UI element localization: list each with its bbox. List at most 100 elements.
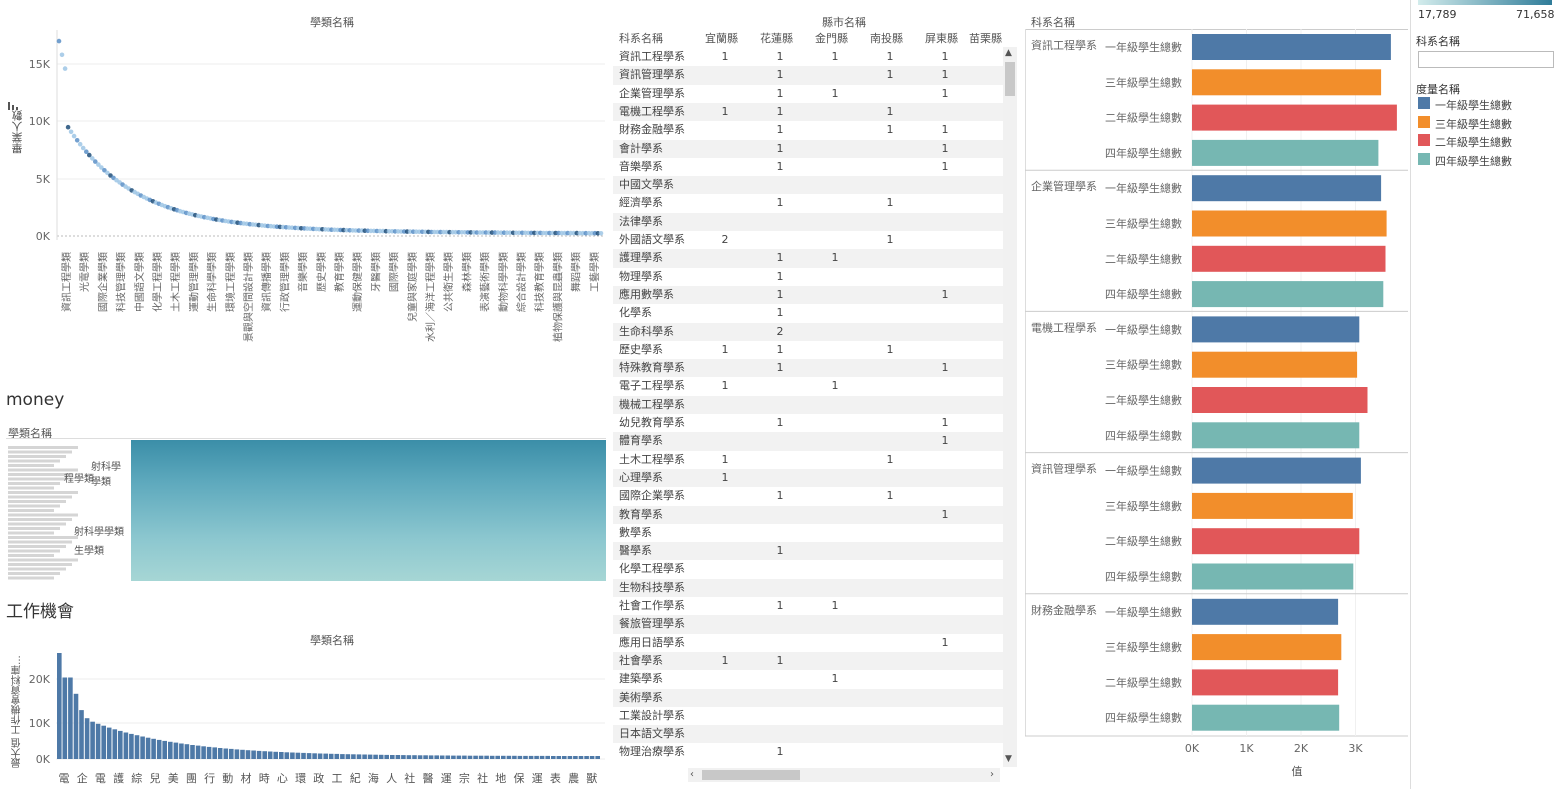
crosstab-hscroll-thumb[interactable]	[702, 770, 800, 780]
money-label-clutter	[8, 495, 72, 499]
legend-label[interactable]: 一年級學生總數	[1435, 97, 1512, 113]
col-miaoli[interactable]: 苗栗縣	[969, 30, 1002, 46]
jobs-bar	[256, 750, 262, 759]
bars-group-label: 電機工程學系	[1031, 320, 1097, 334]
crosstab-row-label: 日本語文學系	[619, 727, 685, 741]
scroll-up-icon[interactable]: ▲	[1005, 48, 1012, 58]
crosstab-cell: 1	[941, 141, 949, 155]
crosstab-row[interactable]: 資訊工程學系 1 1 1 1 1	[613, 48, 1003, 66]
jobs-bar	[73, 693, 79, 759]
crosstab-row[interactable]: 電子工程學系 1 1	[613, 377, 1003, 395]
col-yilan[interactable]: 宜蘭縣	[705, 30, 738, 46]
legend-label[interactable]: 三年級學生總數	[1435, 116, 1512, 132]
crosstab-row[interactable]: 社會學系 1 1	[613, 651, 1003, 671]
crosstab-row[interactable]: 法律學系	[613, 212, 1003, 231]
crosstab-vscroll[interactable]	[1003, 47, 1017, 767]
crosstab-row[interactable]: 生物科技學系	[613, 578, 1003, 597]
crosstab-cell: 1	[721, 653, 729, 667]
jobs-bar	[57, 653, 62, 759]
scatter-xtick: 國際學類	[388, 252, 401, 292]
filter-input[interactable]	[1418, 51, 1554, 68]
crosstab-row[interactable]: 音樂學系 1 1	[613, 158, 1003, 176]
crosstab-row[interactable]: 化學工程學系	[613, 560, 1003, 578]
scroll-right-icon[interactable]: ›	[990, 769, 994, 780]
crosstab-row[interactable]: 建築學系 1	[613, 670, 1003, 688]
legend-swatch[interactable]	[1418, 152, 1430, 165]
crosstab-row[interactable]: 數學系	[613, 524, 1003, 542]
crosstab-row[interactable]: 土木工程學系 1 1	[613, 451, 1003, 469]
legend-swatch[interactable]	[1418, 115, 1430, 128]
crosstab-row[interactable]: 國際企業學系 1 1	[613, 487, 1003, 505]
money-heat-band[interactable]	[131, 440, 606, 581]
money-label-clutter	[8, 504, 60, 508]
jobs-bar	[279, 752, 284, 759]
crosstab-row[interactable]: 工業設計學系	[613, 707, 1003, 725]
crosstab-row[interactable]: 護理學系 1 1	[613, 249, 1003, 268]
crosstab-row[interactable]: 教育學系 1	[613, 505, 1003, 524]
crosstab-cell: 1	[721, 50, 729, 63]
crosstab-row[interactable]: 電機工程學系 1 1 1	[613, 102, 1003, 122]
jobs-bar	[251, 750, 256, 759]
crosstab-row[interactable]: 醫學系 1	[613, 542, 1003, 561]
col-hualien[interactable]: 花蓮縣	[760, 30, 793, 46]
crosstab-cell: 1	[941, 361, 949, 375]
col-pingtung[interactable]: 屏東縣	[925, 30, 958, 46]
crosstab-cell: 1	[776, 50, 784, 63]
scatter-xtick: 音樂學類	[297, 252, 310, 292]
crosstab-row[interactable]: 應用數學系 1 1	[613, 285, 1003, 305]
crosstab-row[interactable]: 機械工程學系	[613, 395, 1003, 414]
crosstab-row[interactable]: 物理學系 1	[613, 268, 1003, 286]
crosstab-cell: 1	[941, 416, 949, 429]
scatter-xtick: 植物保護與昆蟲學類	[551, 252, 564, 342]
jobs-bar	[451, 755, 456, 759]
scroll-down-icon[interactable]: ▼	[1005, 754, 1012, 764]
crosstab-row[interactable]: 應用日語學系 1	[613, 634, 1003, 652]
legend-swatch[interactable]	[1418, 97, 1430, 109]
scatter-xtick: 牙醫學類	[369, 252, 382, 292]
crosstab-row[interactable]: 特殊教育學系 1 1	[613, 359, 1003, 378]
crosstab-row[interactable]: 心理學系 1	[613, 468, 1003, 488]
crosstab-row[interactable]: 物理治療學系 1	[613, 743, 1003, 761]
crosstab-row[interactable]: 資訊管理學系 1 1 1	[613, 66, 1003, 85]
crosstab-row[interactable]: 中國文學系	[613, 176, 1003, 195]
money-label-clutter	[8, 491, 78, 494]
jobs-bar	[328, 753, 334, 759]
crosstab-row[interactable]: 企業管理學系 1 1 1	[613, 85, 1003, 103]
crosstab-row-label: 法律學系	[619, 214, 663, 228]
jobs-bar	[312, 753, 317, 759]
col-kinmen[interactable]: 金門縣	[815, 30, 848, 46]
jobs-bar	[206, 746, 212, 759]
crosstab-row[interactable]: 財務金融學系 1 1 1	[613, 121, 1003, 139]
jobs-xtick: 保	[514, 771, 525, 785]
jobs-bar	[229, 748, 234, 759]
jobs-bar	[90, 721, 95, 759]
crosstab-cell: 1	[776, 361, 784, 375]
legend-swatch[interactable]	[1418, 134, 1430, 146]
jobs-bar	[489, 755, 495, 759]
crosstab-row[interactable]: 外國語文學系 2 1	[613, 231, 1003, 249]
crosstab-row[interactable]: 生命科學系 2	[613, 322, 1003, 341]
crosstab-row-label: 生物科技學系	[619, 580, 685, 594]
jobs-bar	[156, 739, 162, 759]
crosstab-row-label: 資訊工程學系	[619, 50, 685, 63]
crosstab-row[interactable]: 社會工作學系 1 1	[613, 597, 1003, 615]
crosstab-row[interactable]: 餐旅管理學系	[613, 615, 1003, 634]
crosstab-row[interactable]: 經濟學系 1 1	[613, 194, 1003, 212]
crosstab-row[interactable]: 日本語文學系	[613, 725, 1003, 744]
crosstab-vscroll-thumb[interactable]	[1005, 62, 1015, 96]
crosstab-row[interactable]: 化學系 1	[613, 304, 1003, 322]
crosstab-row[interactable]: 會計學系 1 1	[613, 139, 1003, 158]
scroll-left-icon[interactable]: ‹	[690, 769, 694, 780]
money-label-clutter	[8, 509, 54, 512]
crosstab-row[interactable]: 美術學系	[613, 688, 1003, 707]
money-label-clutter	[8, 486, 54, 490]
scatter-xtick: 生命科學學類	[206, 252, 219, 312]
crosstab-row[interactable]: 幼兒教育學系 1 1	[613, 414, 1003, 432]
crosstab-row[interactable]: 歷史學系 1 1 1	[613, 341, 1003, 359]
bars-measure-label: 一年級學生總數	[1105, 322, 1182, 336]
scatter-xtick: 兒童與家庭學類	[406, 252, 419, 322]
crosstab-row[interactable]: 體育學系 1	[613, 432, 1003, 451]
col-nantou[interactable]: 南投縣	[870, 30, 903, 46]
legend-label[interactable]: 二年級學生總數	[1435, 134, 1512, 150]
legend-label[interactable]: 四年級學生總數	[1435, 153, 1512, 169]
